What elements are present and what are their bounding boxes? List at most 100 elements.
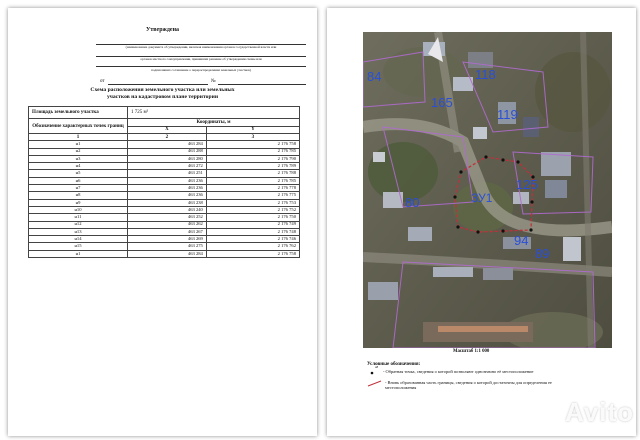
point-cell: н15: [28, 242, 128, 251]
x-cell: 463 252: [127, 213, 207, 222]
point-cell: н12: [28, 220, 128, 229]
y-cell: 2 176 749: [205, 220, 301, 229]
table-row: н1 463 284 2 176 758: [28, 249, 301, 259]
satellite-map: 84 118 165 119 125 80 ЗУ1 94 89: [363, 32, 612, 348]
x-cell: 463 284: [127, 140, 207, 149]
date-label: от: [100, 79, 105, 84]
point-cell: н11: [28, 213, 128, 222]
scheme-title-2: участков на кадастровом плане территории: [106, 94, 219, 100]
point-cell: н13: [28, 227, 128, 237]
y-cell: 2 176 758: [205, 140, 301, 149]
y-cell: 2 176 753: [205, 198, 301, 207]
approval-caption-1: (наименование документа об утверждении, …: [125, 45, 277, 49]
point-cell: н8: [28, 191, 128, 200]
y-cell: 2 176 762: [205, 242, 301, 251]
area-label: Площадь земельного участка: [28, 106, 128, 119]
avito-watermark: Avito: [564, 397, 634, 427]
x-cell: 463 267: [127, 227, 207, 237]
table-row: н9 463 238 2 176 753: [28, 198, 301, 207]
map-label-94: 94: [514, 233, 529, 248]
coordinate-rows: н1 463 284 2 176 758 н2 463 288 2 176 785 н3 46…: [28, 140, 301, 259]
x-cell: 463 262: [127, 220, 207, 229]
map-label-118: 118: [475, 67, 496, 82]
point-cell: н10: [28, 205, 128, 215]
number-line: [218, 84, 306, 85]
document-page-1: Утверждена (наименование документа об ут…: [8, 8, 317, 436]
x-cell: 463 240: [127, 205, 207, 215]
scheme-title-1: Схема расположения земельного участка ил…: [90, 87, 235, 93]
map-label-119: 119: [497, 107, 518, 122]
point-legend-symbol: н8: [375, 365, 379, 369]
table-row: н5 463 251 2 176 788: [28, 169, 301, 178]
table-row: н2 463 288 2 176 785: [28, 147, 301, 156]
map-scale: Масштаб 1:1 000: [453, 349, 490, 354]
area-value: 1 725 м²: [127, 106, 300, 119]
x-cell: 463 238: [127, 198, 207, 207]
y-cell: 2 176 785: [205, 176, 301, 186]
y-cell: 2 176 758: [205, 249, 301, 259]
y-cell: 2 176 788: [205, 169, 301, 178]
table-row: н3 463 280 2 176 790: [28, 154, 301, 164]
x-cell: 463 251: [127, 169, 207, 178]
x-cell: 463 236: [127, 191, 207, 200]
number-label: №: [211, 79, 216, 84]
x-cell: 463 280: [127, 154, 207, 164]
map-label-84: 84: [367, 69, 382, 84]
document-page-2: 84 118 165 119 125 80 ЗУ1 94 89 Масштаб …: [327, 8, 636, 436]
approval-caption-2: органов местного самоуправления, принявш…: [140, 57, 262, 61]
y-cell: 2 176 750: [205, 213, 301, 222]
x-cell: 463 236: [127, 184, 207, 193]
col-num-1: 1: [28, 132, 128, 142]
y-cell: 2 176 746: [205, 235, 301, 244]
point-legend-icon: [370, 371, 374, 375]
table-row: н11 463 252 2 176 750: [28, 213, 301, 222]
x-cell: 463 275: [127, 242, 207, 251]
table-row: н14 463 269 2 176 746: [28, 235, 301, 244]
y-cell: 2 176 748: [205, 227, 301, 237]
approval-title: Утверждена: [145, 27, 180, 33]
table-row: н15 463 275 2 176 762: [28, 242, 301, 251]
map-label-165: 165: [431, 95, 453, 110]
x-cell: 463 272: [127, 162, 207, 171]
coordinates-table: Площадь земельного участка 1 725 м² Обоз…: [28, 106, 301, 259]
point-cell: н7: [28, 184, 128, 193]
x-cell: 463 269: [127, 235, 207, 244]
map-label-zu1: ЗУ1: [471, 191, 493, 205]
y-cell: 2 176 752: [205, 205, 301, 215]
map-label-80: 80: [405, 195, 420, 210]
map-label-125: 125: [516, 177, 538, 192]
point-cell: н9: [28, 198, 128, 207]
approval-caption-3: подписавших соглашение о перераспределен…: [151, 68, 251, 72]
point-legend-text: - Обратная точка, сведения о которой поз…: [383, 369, 534, 374]
point-cell: н3: [28, 154, 128, 164]
point-cell: н6: [28, 176, 128, 186]
y-cell: 2 176 775: [205, 191, 301, 200]
boundary-legend-text-2: местоположения: [385, 385, 417, 390]
point-cell: н1: [28, 140, 128, 149]
map-label-89: 89: [535, 246, 550, 261]
table-row: н6 463 236 2 176 785: [28, 176, 301, 186]
point-cell: н1: [28, 249, 128, 259]
x-cell: 463 236: [127, 176, 207, 186]
point-cell: н5: [28, 169, 128, 178]
x-cell: 463 288: [127, 147, 207, 156]
col-x-header: X: [127, 125, 207, 134]
col-y-header: Y: [205, 125, 301, 134]
col-num-3: 3: [205, 132, 301, 142]
y-cell: 2 176 778: [205, 184, 301, 193]
y-cell: 2 176 785: [205, 147, 301, 156]
table-row: н12 463 262 2 176 749: [28, 220, 301, 229]
boundary-legend-icon: [367, 380, 382, 387]
approval-line-3: [96, 66, 306, 67]
y-cell: 2 176 790: [205, 154, 301, 164]
table-row: н10 463 240 2 176 752: [28, 205, 301, 215]
col-coords-header: Координаты, м: [127, 118, 300, 127]
table-row: н4 463 272 2 176 789: [28, 162, 301, 171]
point-cell: н4: [28, 162, 128, 171]
table-row: н1 463 284 2 176 758: [28, 140, 301, 149]
date-line: [108, 84, 208, 85]
x-cell: 463 284: [127, 249, 207, 259]
y-cell: 2 176 789: [205, 162, 301, 171]
table-row: н7 463 236 2 176 778: [28, 184, 301, 193]
table-row: н13 463 267 2 176 748: [28, 227, 301, 237]
